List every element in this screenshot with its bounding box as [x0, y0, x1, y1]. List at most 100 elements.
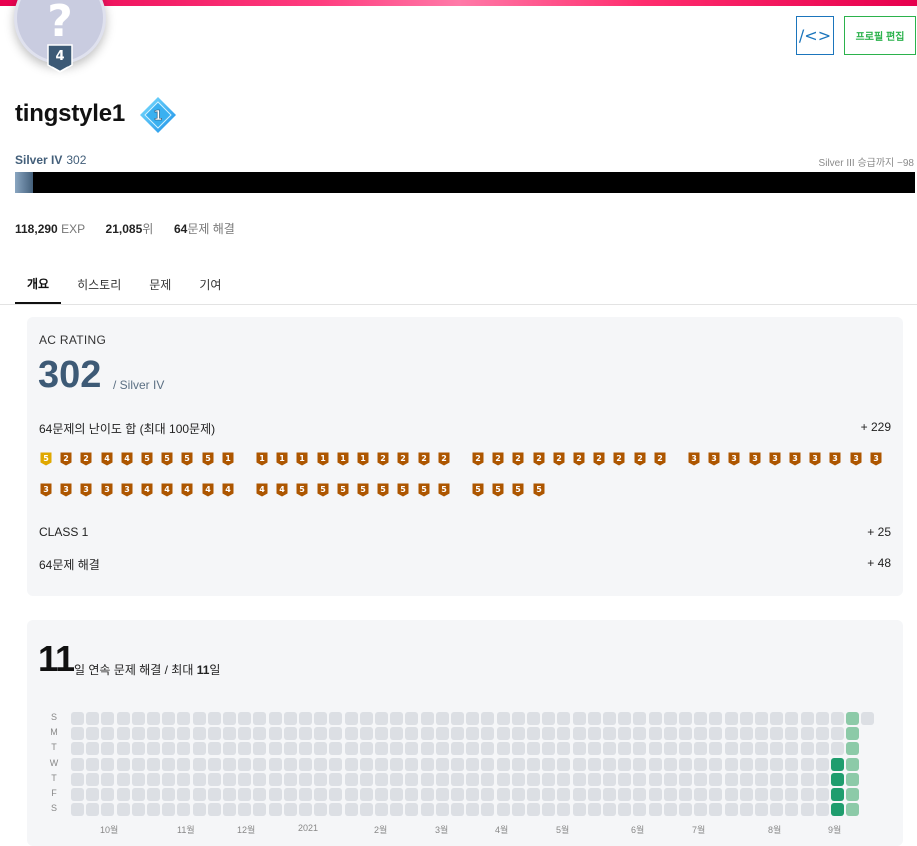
heatmap-cell[interactable] — [815, 742, 829, 756]
heatmap-cell[interactable] — [815, 712, 829, 725]
bronze-tier-badge-icon[interactable]: 4 — [222, 483, 234, 497]
heatmap-cell[interactable] — [71, 788, 84, 801]
heatmap-cell[interactable] — [116, 757, 130, 771]
heatmap-cell[interactable] — [344, 772, 358, 786]
heatmap-cell[interactable] — [314, 803, 328, 817]
heatmap-cell[interactable] — [420, 803, 434, 817]
heatmap-cell[interactable] — [466, 788, 480, 801]
heatmap-cell[interactable] — [329, 757, 343, 771]
bronze-tier-badge-icon[interactable]: 5 — [397, 483, 409, 497]
heatmap-cell[interactable] — [542, 742, 556, 756]
heatmap-cell[interactable] — [603, 788, 616, 801]
heatmap-cell[interactable] — [299, 727, 312, 741]
heatmap-cell[interactable] — [511, 742, 525, 756]
heatmap-cell[interactable] — [603, 727, 616, 741]
heatmap-cell[interactable] — [466, 712, 480, 725]
heatmap-cell[interactable] — [390, 727, 404, 741]
heatmap-cell[interactable] — [785, 757, 799, 771]
heatmap-cell[interactable] — [511, 727, 525, 741]
heatmap-cell[interactable] — [709, 803, 723, 817]
heatmap-cell[interactable] — [648, 803, 662, 817]
heatmap-cell[interactable] — [724, 712, 738, 725]
bronze-tier-badge-icon[interactable]: 2 — [492, 452, 504, 466]
heatmap-cell[interactable] — [557, 757, 571, 771]
heatmap-cell[interactable] — [238, 788, 252, 801]
heatmap-cell[interactable] — [755, 788, 768, 801]
heatmap-cell[interactable] — [846, 803, 860, 817]
heatmap-cell[interactable] — [466, 757, 480, 771]
bronze-tier-badge-icon[interactable]: 1 — [357, 452, 369, 466]
heatmap-cell[interactable] — [815, 788, 829, 801]
heatmap-cell[interactable] — [101, 712, 115, 725]
heatmap-cell[interactable] — [71, 772, 84, 786]
bronze-tier-badge-icon[interactable]: 4 — [276, 483, 288, 497]
heatmap-cell[interactable] — [390, 712, 404, 725]
code-view-button[interactable]: /<> — [796, 16, 834, 55]
bronze-tier-badge-icon[interactable]: 2 — [512, 452, 524, 466]
heatmap-cell[interactable] — [846, 742, 860, 756]
heatmap-cell[interactable] — [831, 712, 844, 725]
heatmap-cell[interactable] — [71, 742, 84, 756]
heatmap-cell[interactable] — [405, 742, 419, 756]
heatmap-cell[interactable] — [694, 803, 708, 817]
heatmap-cell[interactable] — [147, 757, 160, 771]
heatmap-cell[interactable] — [603, 712, 616, 725]
heatmap-cell[interactable] — [694, 742, 708, 756]
heatmap-cell[interactable] — [527, 803, 540, 817]
heatmap-cell[interactable] — [527, 712, 540, 725]
heatmap-cell[interactable] — [299, 757, 312, 771]
heatmap-cell[interactable] — [633, 712, 647, 725]
heatmap-cell[interactable] — [299, 742, 312, 756]
heatmap-cell[interactable] — [603, 803, 616, 817]
heatmap-cell[interactable] — [496, 788, 510, 801]
heatmap-cell[interactable] — [283, 727, 297, 741]
heatmap-cell[interactable] — [101, 742, 115, 756]
bronze-tier-badge-icon[interactable]: 2 — [438, 452, 450, 466]
heatmap-cell[interactable] — [329, 742, 343, 756]
bronze-tier-badge-icon[interactable]: 2 — [60, 452, 72, 466]
heatmap-cell[interactable] — [375, 727, 388, 741]
heatmap-cell[interactable] — [511, 757, 525, 771]
heatmap-cell[interactable] — [435, 742, 449, 756]
heatmap-cell[interactable] — [359, 788, 373, 801]
heatmap-cell[interactable] — [131, 757, 145, 771]
heatmap-cell[interactable] — [679, 712, 692, 725]
heatmap-cell[interactable] — [420, 742, 434, 756]
heatmap-cell[interactable] — [770, 727, 784, 741]
heatmap-cell[interactable] — [739, 757, 753, 771]
heatmap-cell[interactable] — [694, 772, 708, 786]
edit-profile-button[interactable]: 프로필 편집 — [844, 16, 916, 55]
bronze-tier-badge-icon[interactable]: 5 — [377, 483, 389, 497]
heatmap-cell[interactable] — [253, 742, 267, 756]
heatmap-cell[interactable] — [724, 757, 738, 771]
heatmap-cell[interactable] — [223, 803, 236, 817]
bronze-tier-badge-icon[interactable]: 3 — [769, 452, 781, 466]
heatmap-cell[interactable] — [542, 712, 556, 725]
heatmap-cell[interactable] — [648, 788, 662, 801]
heatmap-cell[interactable] — [435, 772, 449, 786]
bronze-tier-badge-icon[interactable]: 3 — [40, 483, 52, 497]
bronze-tier-badge-icon[interactable]: 5 — [533, 483, 545, 497]
heatmap-cell[interactable] — [481, 803, 495, 817]
heatmap-cell[interactable] — [344, 757, 358, 771]
heatmap-cell[interactable] — [709, 788, 723, 801]
heatmap-cell[interactable] — [131, 712, 145, 725]
bronze-tier-badge-icon[interactable]: 2 — [634, 452, 646, 466]
heatmap-cell[interactable] — [116, 742, 130, 756]
heatmap-cell[interactable] — [557, 803, 571, 817]
heatmap-cell[interactable] — [405, 803, 419, 817]
heatmap-cell[interactable] — [268, 757, 282, 771]
bronze-tier-badge-icon[interactable]: 3 — [60, 483, 72, 497]
heatmap-cell[interactable] — [542, 757, 556, 771]
heatmap-cell[interactable] — [314, 757, 328, 771]
heatmap-cell[interactable] — [587, 742, 601, 756]
heatmap-cell[interactable] — [223, 772, 236, 786]
heatmap-cell[interactable] — [618, 712, 632, 725]
heatmap-cell[interactable] — [192, 712, 206, 725]
heatmap-cell[interactable] — [116, 712, 130, 725]
bronze-tier-badge-icon[interactable]: 5 — [181, 452, 193, 466]
heatmap-cell[interactable] — [557, 712, 571, 725]
heatmap-cell[interactable] — [177, 742, 191, 756]
heatmap-cell[interactable] — [390, 742, 404, 756]
heatmap-cell[interactable] — [709, 712, 723, 725]
